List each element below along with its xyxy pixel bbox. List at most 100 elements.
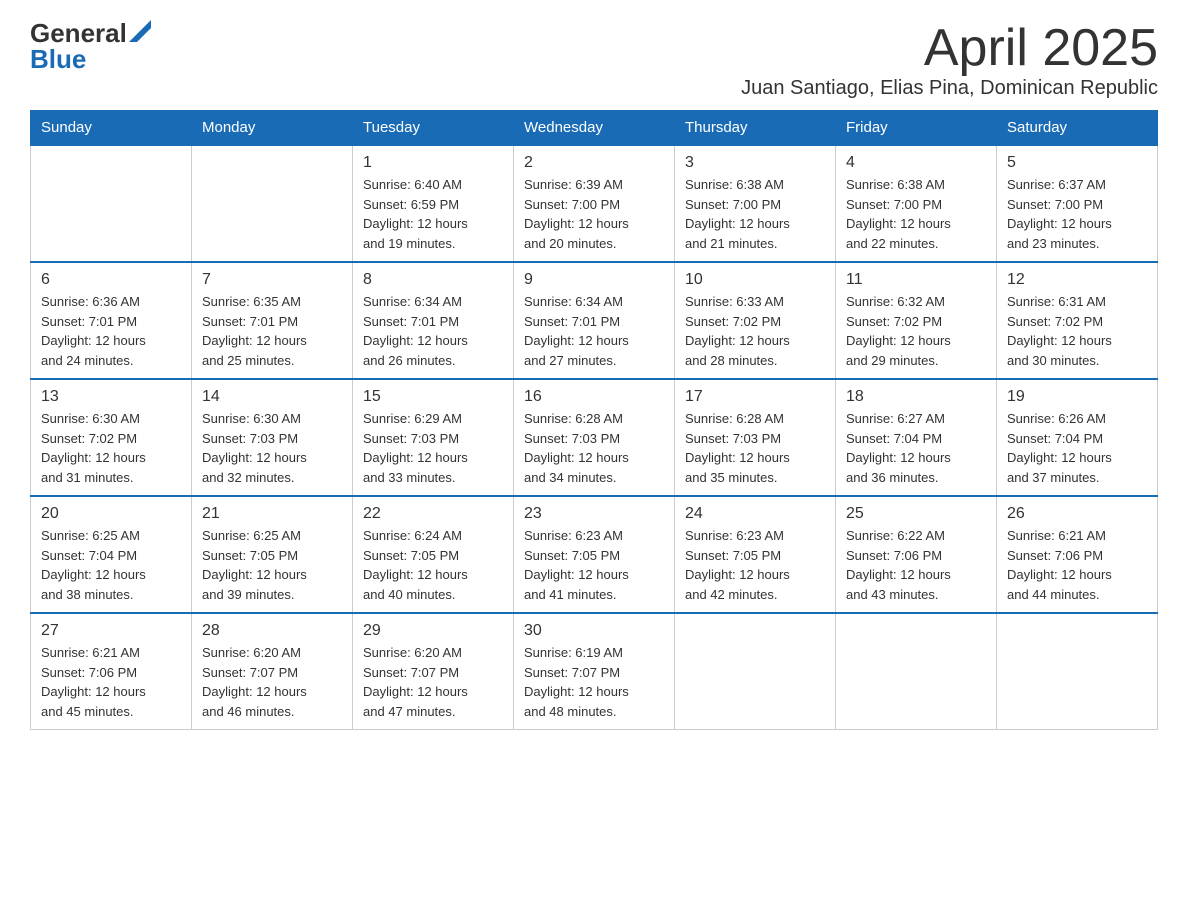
calendar-cell <box>836 613 997 730</box>
day-info: Sunrise: 6:30 AM Sunset: 7:03 PM Dayligh… <box>202 409 342 487</box>
day-info: Sunrise: 6:20 AM Sunset: 7:07 PM Dayligh… <box>202 643 342 721</box>
calendar-header-wednesday: Wednesday <box>514 111 675 146</box>
day-number: 21 <box>202 505 342 523</box>
day-number: 23 <box>524 505 664 523</box>
calendar-cell: 22Sunrise: 6:24 AM Sunset: 7:05 PM Dayli… <box>353 496 514 613</box>
day-info: Sunrise: 6:25 AM Sunset: 7:05 PM Dayligh… <box>202 526 342 604</box>
calendar-cell: 21 Sunrise: 6:25 AM Sunset: 7:05 PM Dayli… <box>192 496 353 613</box>
calendar-cell: 30 Sunrise: 6:19 AM Sunset: 7:07 PM Dayli… <box>514 613 675 730</box>
day-number: 10 <box>685 271 825 289</box>
calendar-cell <box>997 613 1158 730</box>
page-header: General Blue April 2025 Juan Santiago, E… <box>30 20 1158 100</box>
location-title: Juan Santiago, Elias Pina, Dominican Rep… <box>741 77 1158 100</box>
calendar-week-row: 1 Sunrise: 6:40 AM Sunset: 6:59 PM Daylig… <box>31 145 1158 262</box>
day-number: 1 <box>363 154 503 172</box>
day-info: Sunrise: 6:19 AM Sunset: 7:07 PM Dayligh… <box>524 643 664 721</box>
day-number: 29 <box>363 622 503 640</box>
logo-icon <box>127 24 151 42</box>
day-number: 15 <box>363 388 503 406</box>
day-number: 7 <box>202 271 342 289</box>
day-info: Sunrise: 6:34 AM Sunset: 7:01 PM Dayligh… <box>363 292 503 370</box>
calendar-cell: 24 Sunrise: 6:23 AM Sunset: 7:05 PM Dayli… <box>675 496 836 613</box>
day-info: Sunrise: 6:28 AM Sunset: 7:03 PM Dayligh… <box>685 409 825 487</box>
day-number: 19 <box>1007 388 1147 406</box>
day-number: 20 <box>41 505 181 523</box>
day-number: 5 <box>1007 154 1147 172</box>
day-info: Sunrise: 6:22 AM Sunset: 7:06 PM Dayligh… <box>846 526 986 604</box>
day-info: Sunrise: 6:21 AM Sunset: 7:06 PM Dayligh… <box>41 643 181 721</box>
day-info: Sunrise: 6:27 AM Sunset: 7:04 PM Dayligh… <box>846 409 986 487</box>
day-info: Sunrise: 6:32 AM Sunset: 7:02 PM Dayligh… <box>846 292 986 370</box>
day-number: 17 <box>685 388 825 406</box>
calendar-cell: 12 Sunrise: 6:31 AM Sunset: 7:02 PM Dayli… <box>997 262 1158 379</box>
day-info: Sunrise: 6:38 AM Sunset: 7:00 PM Dayligh… <box>685 175 825 253</box>
calendar-cell: 27 Sunrise: 6:21 AM Sunset: 7:06 PM Dayli… <box>31 613 192 730</box>
day-number: 28 <box>202 622 342 640</box>
calendar-week-row: 20Sunrise: 6:25 AM Sunset: 7:04 PM Dayli… <box>31 496 1158 613</box>
day-info: Sunrise: 6:23 AM Sunset: 7:05 PM Dayligh… <box>524 526 664 604</box>
calendar-cell: 20Sunrise: 6:25 AM Sunset: 7:04 PM Dayli… <box>31 496 192 613</box>
title-section: April 2025 Juan Santiago, Elias Pina, Do… <box>741 20 1158 100</box>
day-number: 3 <box>685 154 825 172</box>
calendar-week-row: 13 Sunrise: 6:30 AM Sunset: 7:02 PM Dayli… <box>31 379 1158 496</box>
day-info: Sunrise: 6:26 AM Sunset: 7:04 PM Dayligh… <box>1007 409 1147 487</box>
day-info: Sunrise: 6:35 AM Sunset: 7:01 PM Dayligh… <box>202 292 342 370</box>
day-number: 16 <box>524 388 664 406</box>
calendar-cell: 13 Sunrise: 6:30 AM Sunset: 7:02 PM Dayli… <box>31 379 192 496</box>
calendar-cell: 23 Sunrise: 6:23 AM Sunset: 7:05 PM Dayli… <box>514 496 675 613</box>
logo-text: General Blue <box>30 20 151 73</box>
day-info: Sunrise: 6:23 AM Sunset: 7:05 PM Dayligh… <box>685 526 825 604</box>
calendar-cell: 10Sunrise: 6:33 AM Sunset: 7:02 PM Dayli… <box>675 262 836 379</box>
day-number: 11 <box>846 271 986 289</box>
calendar-cell: 9Sunrise: 6:34 AM Sunset: 7:01 PM Daylig… <box>514 262 675 379</box>
calendar-cell <box>192 145 353 262</box>
day-info: Sunrise: 6:38 AM Sunset: 7:00 PM Dayligh… <box>846 175 986 253</box>
day-info: Sunrise: 6:37 AM Sunset: 7:00 PM Dayligh… <box>1007 175 1147 253</box>
calendar-table: SundayMondayTuesdayWednesdayThursdayFrid… <box>30 110 1158 730</box>
calendar-cell: 19 Sunrise: 6:26 AM Sunset: 7:04 PM Dayli… <box>997 379 1158 496</box>
day-info: Sunrise: 6:21 AM Sunset: 7:06 PM Dayligh… <box>1007 526 1147 604</box>
day-info: Sunrise: 6:40 AM Sunset: 6:59 PM Dayligh… <box>363 175 503 253</box>
day-number: 18 <box>846 388 986 406</box>
day-number: 22 <box>363 505 503 523</box>
day-number: 14 <box>202 388 342 406</box>
logo-blue: Blue <box>30 44 86 74</box>
calendar-cell: 18 Sunrise: 6:27 AM Sunset: 7:04 PM Dayli… <box>836 379 997 496</box>
calendar-cell: 25 Sunrise: 6:22 AM Sunset: 7:06 PM Dayli… <box>836 496 997 613</box>
day-number: 9 <box>524 271 664 289</box>
calendar-week-row: 6 Sunrise: 6:36 AM Sunset: 7:01 PM Daylig… <box>31 262 1158 379</box>
day-number: 26 <box>1007 505 1147 523</box>
day-number: 8 <box>363 271 503 289</box>
calendar-cell: 5 Sunrise: 6:37 AM Sunset: 7:00 PM Daylig… <box>997 145 1158 262</box>
day-info: Sunrise: 6:30 AM Sunset: 7:02 PM Dayligh… <box>41 409 181 487</box>
calendar-header-row: SundayMondayTuesdayWednesdayThursdayFrid… <box>31 111 1158 146</box>
calendar-cell: 2Sunrise: 6:39 AM Sunset: 7:00 PM Daylig… <box>514 145 675 262</box>
day-number: 6 <box>41 271 181 289</box>
day-number: 24 <box>685 505 825 523</box>
calendar-header-tuesday: Tuesday <box>353 111 514 146</box>
day-info: Sunrise: 6:31 AM Sunset: 7:02 PM Dayligh… <box>1007 292 1147 370</box>
calendar-cell: 8 Sunrise: 6:34 AM Sunset: 7:01 PM Daylig… <box>353 262 514 379</box>
day-number: 30 <box>524 622 664 640</box>
day-number: 4 <box>846 154 986 172</box>
calendar-cell: 17 Sunrise: 6:28 AM Sunset: 7:03 PM Dayli… <box>675 379 836 496</box>
day-number: 12 <box>1007 271 1147 289</box>
calendar-cell: 16Sunrise: 6:28 AM Sunset: 7:03 PM Dayli… <box>514 379 675 496</box>
logo-general: General <box>30 20 127 46</box>
calendar-cell: 4 Sunrise: 6:38 AM Sunset: 7:00 PM Daylig… <box>836 145 997 262</box>
calendar-cell: 3 Sunrise: 6:38 AM Sunset: 7:00 PM Daylig… <box>675 145 836 262</box>
logo: General Blue <box>30 20 151 73</box>
calendar-header-monday: Monday <box>192 111 353 146</box>
calendar-cell: 1 Sunrise: 6:40 AM Sunset: 6:59 PM Daylig… <box>353 145 514 262</box>
calendar-week-row: 27 Sunrise: 6:21 AM Sunset: 7:06 PM Dayli… <box>31 613 1158 730</box>
calendar-header-thursday: Thursday <box>675 111 836 146</box>
month-title: April 2025 <box>741 20 1158 77</box>
calendar-cell: 28 Sunrise: 6:20 AM Sunset: 7:07 PM Dayli… <box>192 613 353 730</box>
day-number: 13 <box>41 388 181 406</box>
calendar-cell <box>31 145 192 262</box>
day-number: 25 <box>846 505 986 523</box>
day-number: 27 <box>41 622 181 640</box>
day-info: Sunrise: 6:36 AM Sunset: 7:01 PM Dayligh… <box>41 292 181 370</box>
calendar-cell: 11 Sunrise: 6:32 AM Sunset: 7:02 PM Dayli… <box>836 262 997 379</box>
calendar-cell: 29Sunrise: 6:20 AM Sunset: 7:07 PM Dayli… <box>353 613 514 730</box>
